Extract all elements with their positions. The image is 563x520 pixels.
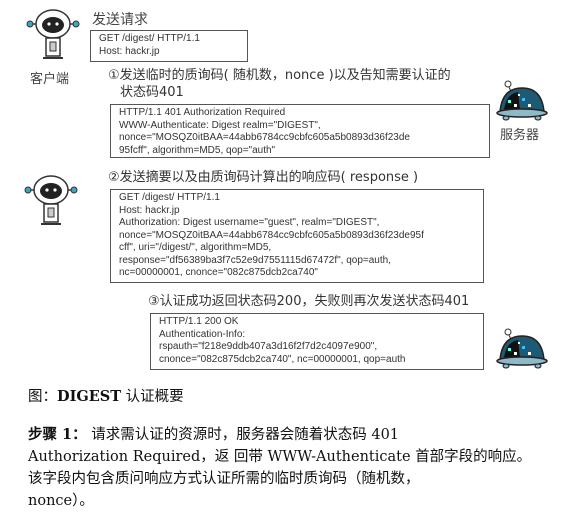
code-line: cff", uri="/digest/", algorithm=MD5, <box>119 242 272 253</box>
code-line: Authentication-Info: <box>159 328 246 340</box>
client-label: 客户端 <box>30 72 70 87</box>
client-robot-icon <box>24 175 78 225</box>
caption-bold: DIGEST <box>57 388 122 405</box>
client-robot-icon <box>26 9 80 59</box>
request1-box: GET /digest/ HTTP/1.1 Host: hackr.jp <box>90 30 248 62</box>
response1-box: HTTP/1.1 401 Authorization Required WWW-A… <box>110 104 490 158</box>
step-label: 步骤 1： <box>28 426 87 443</box>
response2-box: HTTP/1.1 200 OK Authentication-Info: rspau… <box>150 313 484 370</box>
code-line: GET /digest/ HTTP/1.1 <box>119 192 220 203</box>
code-line: 95fcff", algorithm=MD5, qop="auth" <box>119 144 276 156</box>
step2-text: ②发送摘要以及由质询码计算出的响应码( response ) <box>108 170 419 185</box>
caption-prefix: 图： <box>28 389 57 405</box>
code-line: Host: hackr.jp <box>99 45 160 57</box>
code-line: cnonce="082c875dcb2ca740", nc=00000001, … <box>159 353 406 365</box>
body-paragraph: 步骤 1： 请求需认证的资源时，服务器会随着状态码 401 Authorizat… <box>28 424 531 512</box>
code-line: HTTP/1.1 401 Authorization Required <box>119 107 286 118</box>
code-line: WWW-Authenticate: Digest realm="DIGEST", <box>119 119 321 131</box>
send-request-label: 发送请求 <box>92 12 148 28</box>
request2-box: GET /digest/ HTTP/1.1 Host: hackr.jp Autho… <box>110 189 484 283</box>
code-line: nonce="MOSQZ0itBAA=44abb6784cc9cbfc605a5… <box>119 229 424 241</box>
body-line: nonce）。 <box>28 493 94 509</box>
code-line: rspauth="f218e9ddb407a3d16f2f7d2c4097e90… <box>159 341 378 352</box>
code-line: response="df56389ba3f7c52e9d7551115d6747… <box>119 254 391 266</box>
server-icon <box>496 80 548 121</box>
body-line: Authorization Required，返 回带 WWW-Authenti… <box>28 449 532 465</box>
step3-text: ③认证成功返回状态码200，失败则再次发送状态码401 <box>148 294 470 309</box>
code-line: nc=00000001, cnonce="082c875dcb2ca740" <box>119 267 318 278</box>
figure-caption: 图：DIGEST 认证概要 <box>28 386 184 408</box>
server-label: 服务器 <box>500 128 540 143</box>
caption-suffix: 认证概要 <box>121 389 184 405</box>
code-line: Host: hackr.jp <box>119 204 180 216</box>
code-line: Authorization: Digest username="guest", … <box>119 217 380 228</box>
body-line: 该字段内包含质问响应方式认证所需的临时质询码（随机数， <box>28 471 420 487</box>
server-icon <box>496 328 548 369</box>
step1-line: 状态码401 <box>120 85 184 100</box>
step1-text: ①发送临时的质询码( 随机数，nonce )以及告知需要认证的状态码401 <box>108 67 451 101</box>
code-line: GET /digest/ HTTP/1.1 <box>99 33 200 44</box>
step1-line: ①发送临时的质询码( 随机数，nonce )以及告知需要认证的 <box>108 68 451 83</box>
body-line: 请求需认证的资源时，服务器会随着状态码 401 <box>86 427 400 443</box>
code-line: nonce="MOSQZ0itBAA=44abb6784cc9cbfc605a5… <box>119 132 410 143</box>
code-line: HTTP/1.1 200 OK <box>159 316 239 327</box>
